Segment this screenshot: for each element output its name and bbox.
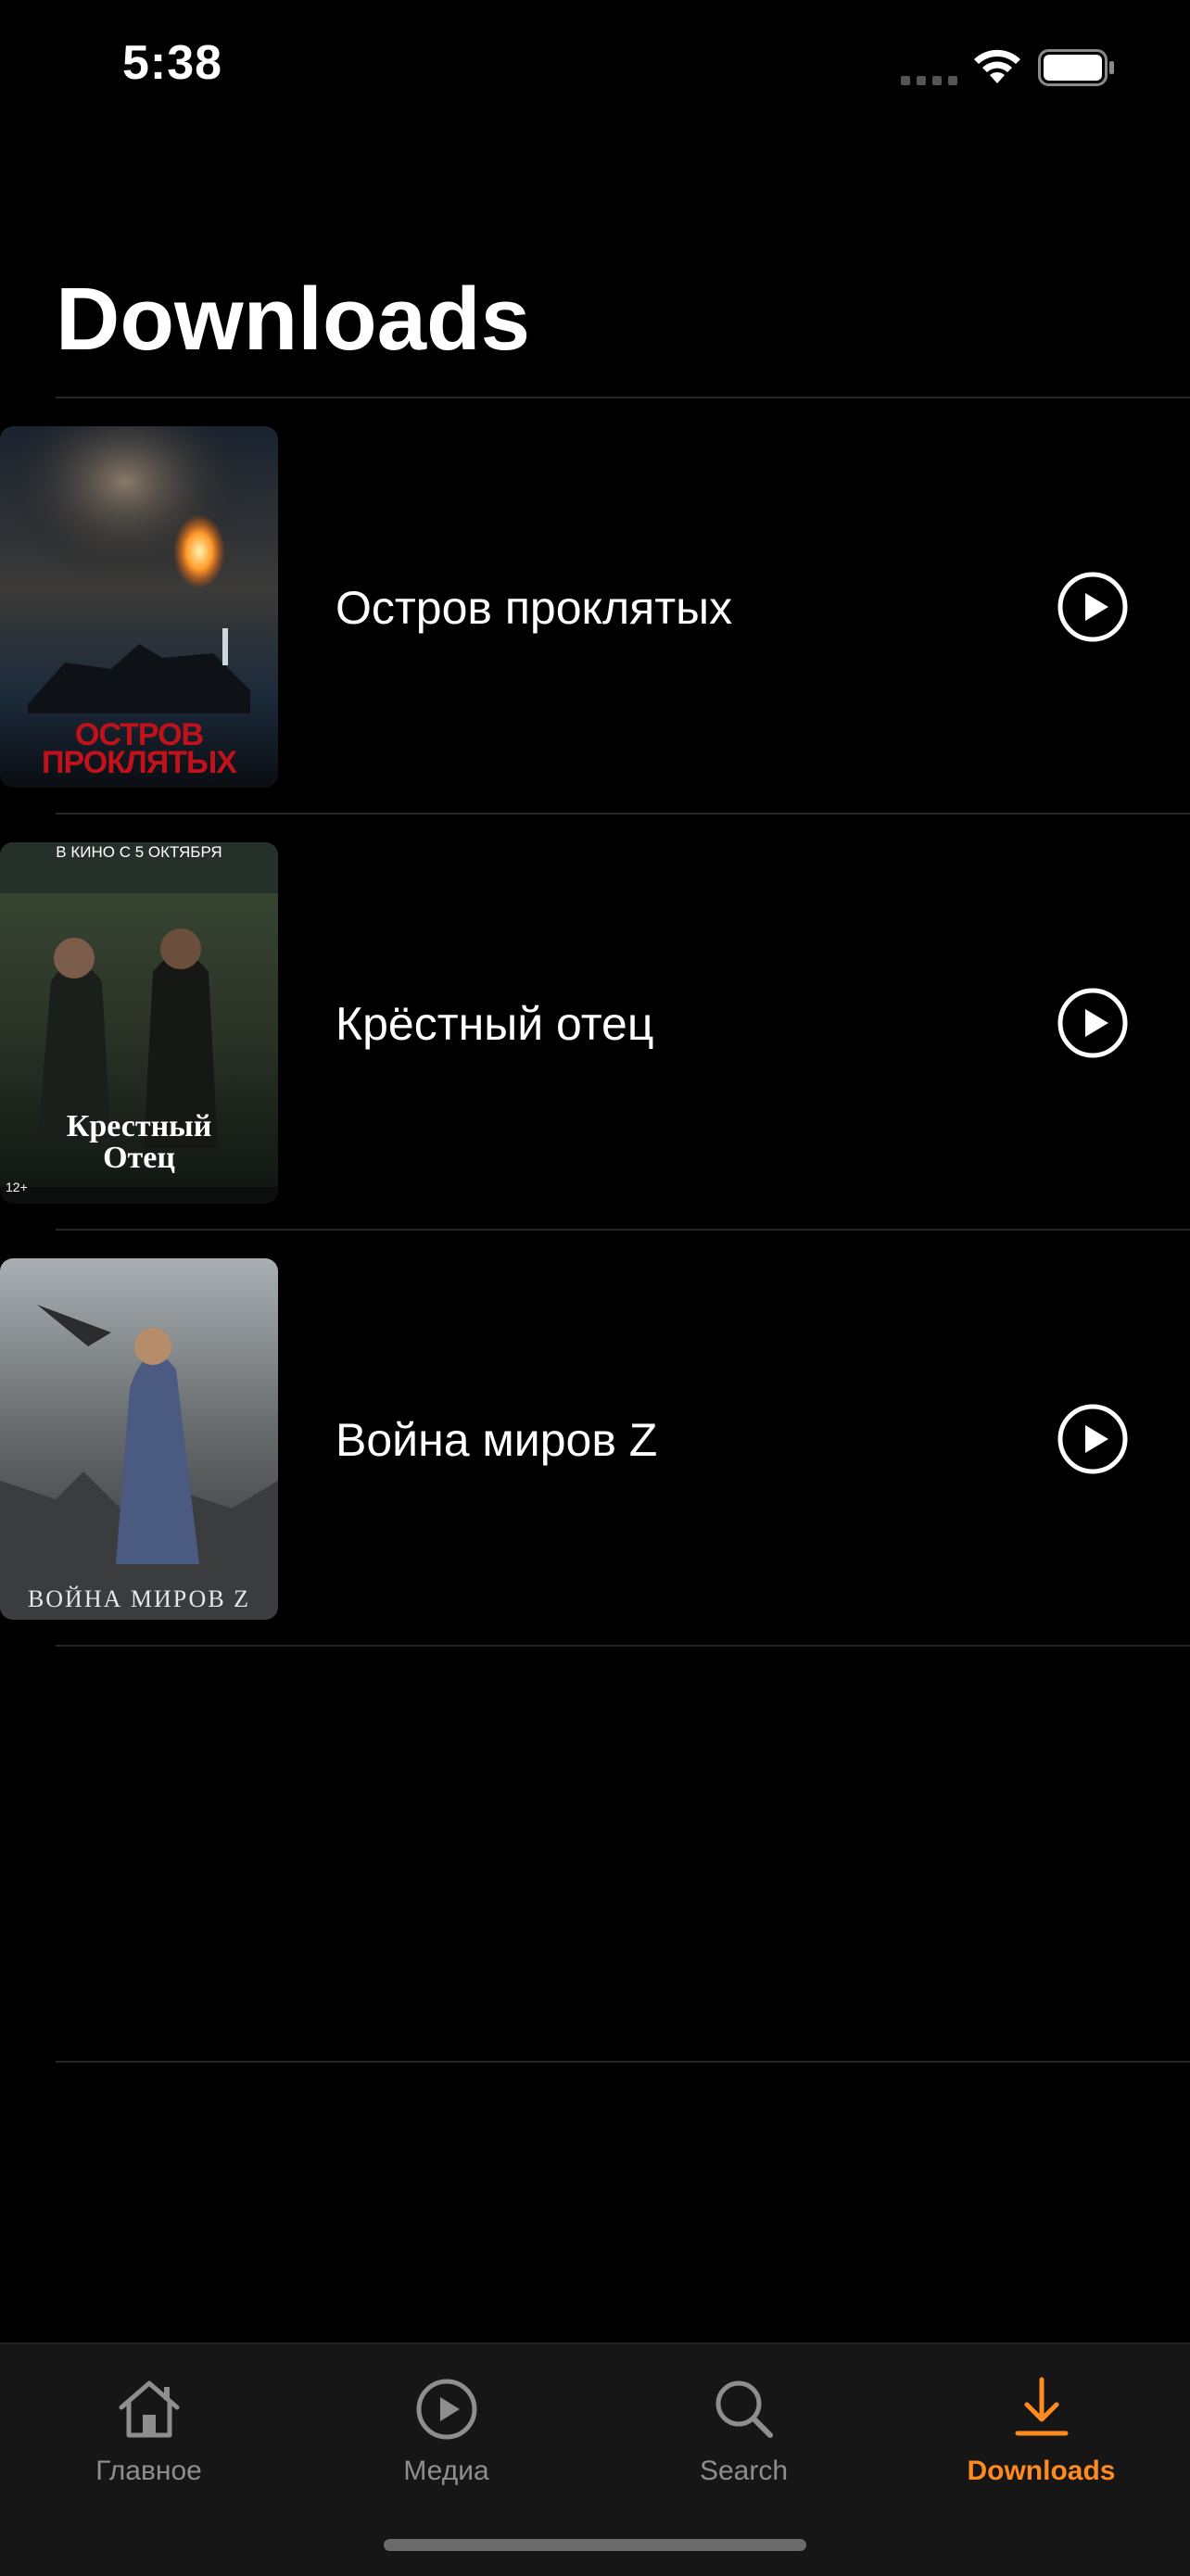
download-item-1[interactable]: ОСТРОВ ПРОКЛЯТЫХ Остров проклятых (0, 398, 1190, 815)
tab-search[interactable]: Search (595, 2344, 892, 2520)
search-icon (715, 2380, 773, 2438)
download-title: Война миров Z (335, 1414, 658, 1466)
page-title: Downloads (56, 270, 531, 369)
download-item-3[interactable]: ВОЙНА МИРОВ Z Война миров Z (0, 1231, 1190, 1648)
battery-icon (1038, 49, 1114, 86)
tab-label: Search (699, 2456, 789, 2486)
tab-label: Медиа (403, 2456, 489, 2486)
wifi-icon (974, 49, 1020, 83)
home-indicator (384, 2539, 806, 2551)
download-item-2[interactable]: В КИНО С 5 ОКТЯБРЯ Крестный Отец 12+ Крё… (0, 814, 1190, 1231)
divider (56, 2061, 1190, 2063)
play-circle-icon[interactable] (1057, 987, 1129, 1059)
tab-downloads[interactable]: Downloads (892, 2344, 1190, 2520)
play-circle-icon (416, 2379, 476, 2440)
play-circle-icon[interactable] (1057, 1403, 1129, 1475)
divider (56, 1645, 1190, 1647)
tab-label: Downloads (967, 2456, 1116, 2486)
tab-label: Главное (95, 2456, 202, 2486)
movie-poster: ОСТРОВ ПРОКЛЯТЫХ (0, 426, 278, 788)
download-title: Остров проклятых (335, 582, 733, 634)
poster-title-text: ОСТРОВ ПРОКЛЯТЫХ (42, 717, 237, 780)
status-time: 5:38 (122, 36, 223, 90)
status-bar: 5:38 (0, 0, 1190, 139)
movie-poster: ВОЙНА МИРОВ Z (0, 1258, 278, 1620)
movie-poster: В КИНО С 5 ОКТЯБРЯ Крестный Отец 12+ (0, 842, 278, 1204)
play-circle-icon[interactable] (1057, 571, 1129, 643)
download-title: Крёстный отец (335, 998, 654, 1050)
tab-home[interactable]: Главное (0, 2344, 298, 2520)
poster-top-text: В КИНО С 5 ОКТЯБРЯ (56, 843, 222, 861)
poster-title-text: Крестный Отец (66, 1109, 212, 1175)
poster-title-text: ВОЙНА МИРОВ Z (27, 1585, 251, 1612)
home-icon (119, 2380, 179, 2438)
poster-age-rating: 12+ (6, 1180, 28, 1194)
cellular-signal-icon (901, 76, 957, 85)
tab-media[interactable]: Медиа (298, 2344, 595, 2520)
download-icon (1015, 2377, 1068, 2436)
